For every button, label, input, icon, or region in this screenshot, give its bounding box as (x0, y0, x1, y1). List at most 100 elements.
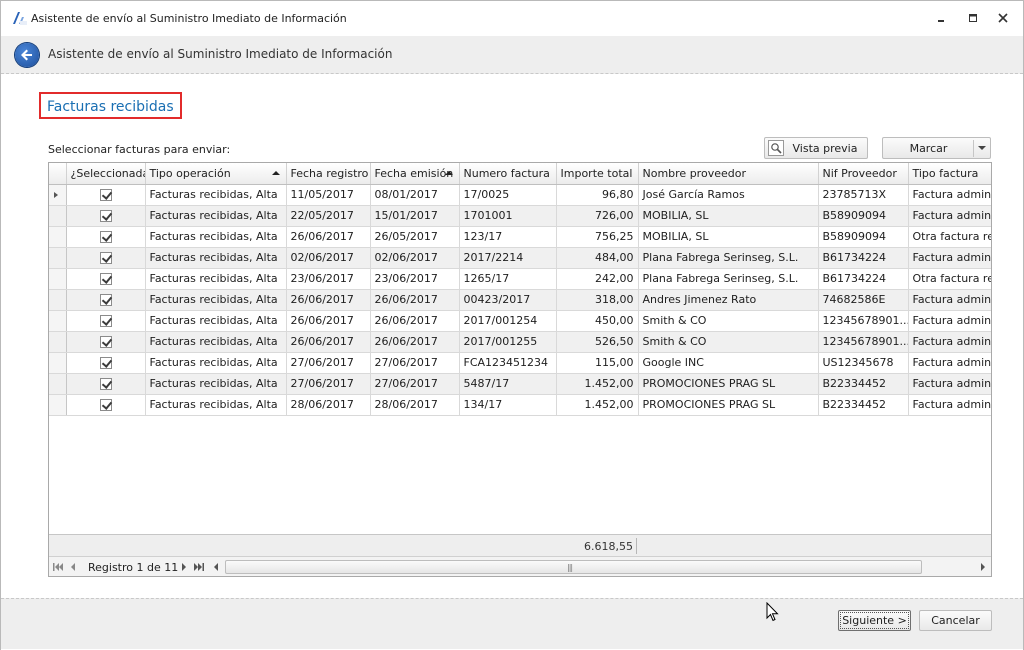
cell-importe-total[interactable]: 242,00 (556, 268, 639, 290)
back-arrow-icon[interactable] (15, 43, 39, 67)
cell-fecha-emision[interactable]: 15/01/2017 (370, 205, 460, 227)
row-indicator[interactable] (49, 394, 67, 416)
cell-fecha-registro[interactable]: 26/06/2017 (286, 331, 371, 353)
cell-tipo-operacion[interactable]: Facturas recibidas, Alta (145, 289, 287, 311)
column-header-fecha-registro[interactable]: Fecha registro (286, 163, 371, 185)
cell-fecha-emision[interactable]: 26/06/2017 (370, 331, 460, 353)
cell-tipo-operacion[interactable]: Facturas recibidas, Alta (145, 373, 287, 395)
cell-nif-proveedor[interactable]: B61734224 (818, 247, 909, 269)
row-indicator[interactable] (49, 352, 67, 374)
next-button[interactable]: Siguiente > (838, 610, 911, 631)
cell-tipo-operacion[interactable]: Facturas recibidas, Alta (145, 226, 287, 248)
first-record-icon[interactable] (51, 559, 65, 575)
cell-nombre-proveedor[interactable]: José García Ramos (638, 184, 819, 206)
row-indicator[interactable] (49, 289, 67, 311)
minimize-icon[interactable] (931, 9, 951, 27)
cell-nombre-proveedor[interactable]: Andres Jimenez Rato (638, 289, 819, 311)
cell-tipo-operacion[interactable]: Facturas recibidas, Alta (145, 331, 287, 353)
table-row[interactable]: Facturas recibidas, Alta 11/05/2017 08/01/… (49, 184, 991, 206)
cell-numero-factura[interactable]: 2017/2214 (459, 247, 557, 269)
select-checkbox[interactable] (99, 357, 112, 369)
select-checkbox[interactable] (99, 315, 112, 327)
table-row[interactable]: Facturas recibidas, Alta 26/06/2017 26/06/… (49, 310, 991, 332)
select-checkbox[interactable] (99, 273, 112, 285)
cell-importe-total[interactable]: 115,00 (556, 352, 639, 374)
restore-icon[interactable] (963, 9, 983, 27)
select-checkbox[interactable] (99, 294, 112, 306)
row-indicator[interactable] (49, 184, 67, 206)
cell-importe-total[interactable]: 1.452,00 (556, 394, 639, 416)
cell-nombre-proveedor[interactable]: Plana Fabrega Serinseg, S.L. (638, 268, 819, 290)
cell-tipo-factura[interactable]: Factura administ (908, 310, 991, 332)
cell-tipo-factura[interactable]: Factura administ (908, 247, 991, 269)
cell-fecha-registro[interactable]: 11/05/2017 (286, 184, 371, 206)
cell-tipo-factura[interactable]: Factura administ (908, 205, 991, 227)
cell-nombre-proveedor[interactable]: MOBILIA, SL (638, 205, 819, 227)
cell-tipo-operacion[interactable]: Facturas recibidas, Alta (145, 394, 287, 416)
cell-fecha-emision[interactable]: 26/06/2017 (370, 289, 460, 311)
column-header-fecha-emision[interactable]: Fecha emisión (370, 163, 460, 185)
cell-nif-proveedor[interactable]: 12345678901... (818, 310, 909, 332)
column-header-nif-proveedor[interactable]: Nif Proveedor (818, 163, 909, 185)
cell-nombre-proveedor[interactable]: Smith & CO (638, 331, 819, 353)
table-row[interactable]: Facturas recibidas, Alta 26/06/2017 26/06/… (49, 289, 991, 311)
chevron-down-icon[interactable] (978, 146, 986, 150)
cell-numero-factura[interactable]: 1265/17 (459, 268, 557, 290)
cell-fecha-emision[interactable]: 08/01/2017 (370, 184, 460, 206)
cell-tipo-factura[interactable]: Factura administ (908, 184, 991, 206)
cell-tipo-operacion[interactable]: Facturas recibidas, Alta (145, 310, 287, 332)
select-checkbox[interactable] (99, 399, 112, 411)
row-indicator[interactable] (49, 247, 67, 269)
cell-fecha-registro[interactable]: 23/06/2017 (286, 268, 371, 290)
mark-dropdown-button[interactable]: Marcar (882, 137, 991, 159)
cell-nombre-proveedor[interactable]: PROMOCIONES PRAG SL (638, 394, 819, 416)
last-record-icon[interactable] (192, 559, 206, 575)
cell-tipo-factura[interactable]: Factura administ (908, 352, 991, 374)
cell-fecha-registro[interactable]: 26/06/2017 (286, 310, 371, 332)
cell-fecha-registro[interactable]: 22/05/2017 (286, 205, 371, 227)
cell-nif-proveedor[interactable]: US12345678 (818, 352, 909, 374)
cell-fecha-registro[interactable]: 26/06/2017 (286, 289, 371, 311)
cell-fecha-emision[interactable]: 26/05/2017 (370, 226, 460, 248)
cell-numero-factura[interactable]: 2017/001255 (459, 331, 557, 353)
cell-fecha-registro[interactable]: 26/06/2017 (286, 226, 371, 248)
cell-nif-proveedor[interactable]: B61734224 (818, 268, 909, 290)
table-row[interactable]: Facturas recibidas, Alta 27/06/2017 27/06/… (49, 352, 991, 374)
cell-numero-factura[interactable]: 17/0025 (459, 184, 557, 206)
cell-fecha-registro[interactable]: 28/06/2017 (286, 394, 371, 416)
cell-fecha-registro[interactable]: 02/06/2017 (286, 247, 371, 269)
cell-nombre-proveedor[interactable]: PROMOCIONES PRAG SL (638, 373, 819, 395)
cell-nif-proveedor[interactable]: B58909094 (818, 205, 909, 227)
table-row[interactable]: Facturas recibidas, Alta 28/06/2017 28/06/… (49, 394, 991, 416)
cell-tipo-operacion[interactable]: Facturas recibidas, Alta (145, 268, 287, 290)
table-row[interactable]: Facturas recibidas, Alta 23/06/2017 23/06/… (49, 268, 991, 290)
select-checkbox[interactable] (99, 189, 112, 201)
cell-numero-factura[interactable]: 134/17 (459, 394, 557, 416)
cell-tipo-operacion[interactable]: Facturas recibidas, Alta (145, 184, 287, 206)
cell-numero-factura[interactable]: 5487/17 (459, 373, 557, 395)
table-row[interactable]: Facturas recibidas, Alta 02/06/2017 02/06/… (49, 247, 991, 269)
cell-numero-factura[interactable]: 2017/001254 (459, 310, 557, 332)
close-icon[interactable] (993, 9, 1013, 27)
table-row[interactable]: Facturas recibidas, Alta 27/06/2017 27/06/… (49, 373, 991, 395)
cell-importe-total[interactable]: 526,50 (556, 331, 639, 353)
cell-fecha-emision[interactable]: 26/06/2017 (370, 310, 460, 332)
scroll-left-icon[interactable] (210, 560, 222, 574)
previous-record-icon[interactable] (66, 559, 80, 575)
cell-numero-factura[interactable]: 00423/2017 (459, 289, 557, 311)
row-indicator[interactable] (49, 310, 67, 332)
cell-tipo-operacion[interactable]: Facturas recibidas, Alta (145, 352, 287, 374)
cancel-button[interactable]: Cancelar (919, 610, 992, 631)
cell-numero-factura[interactable]: FCA123451234 (459, 352, 557, 374)
select-checkbox[interactable] (99, 252, 112, 264)
cell-fecha-emision[interactable]: 02/06/2017 (370, 247, 460, 269)
cell-nif-proveedor[interactable]: 74682586E (818, 289, 909, 311)
column-header-numero-factura[interactable]: Numero factura (459, 163, 557, 185)
row-indicator[interactable] (49, 226, 67, 248)
column-header-nombre-proveedor[interactable]: Nombre proveedor (638, 163, 819, 185)
cell-fecha-emision[interactable]: 27/06/2017 (370, 352, 460, 374)
cell-numero-factura[interactable]: 123/17 (459, 226, 557, 248)
cell-tipo-factura[interactable]: Factura administ (908, 373, 991, 395)
cell-importe-total[interactable]: 484,00 (556, 247, 639, 269)
table-row[interactable]: Facturas recibidas, Alta 26/06/2017 26/05/… (49, 226, 991, 248)
